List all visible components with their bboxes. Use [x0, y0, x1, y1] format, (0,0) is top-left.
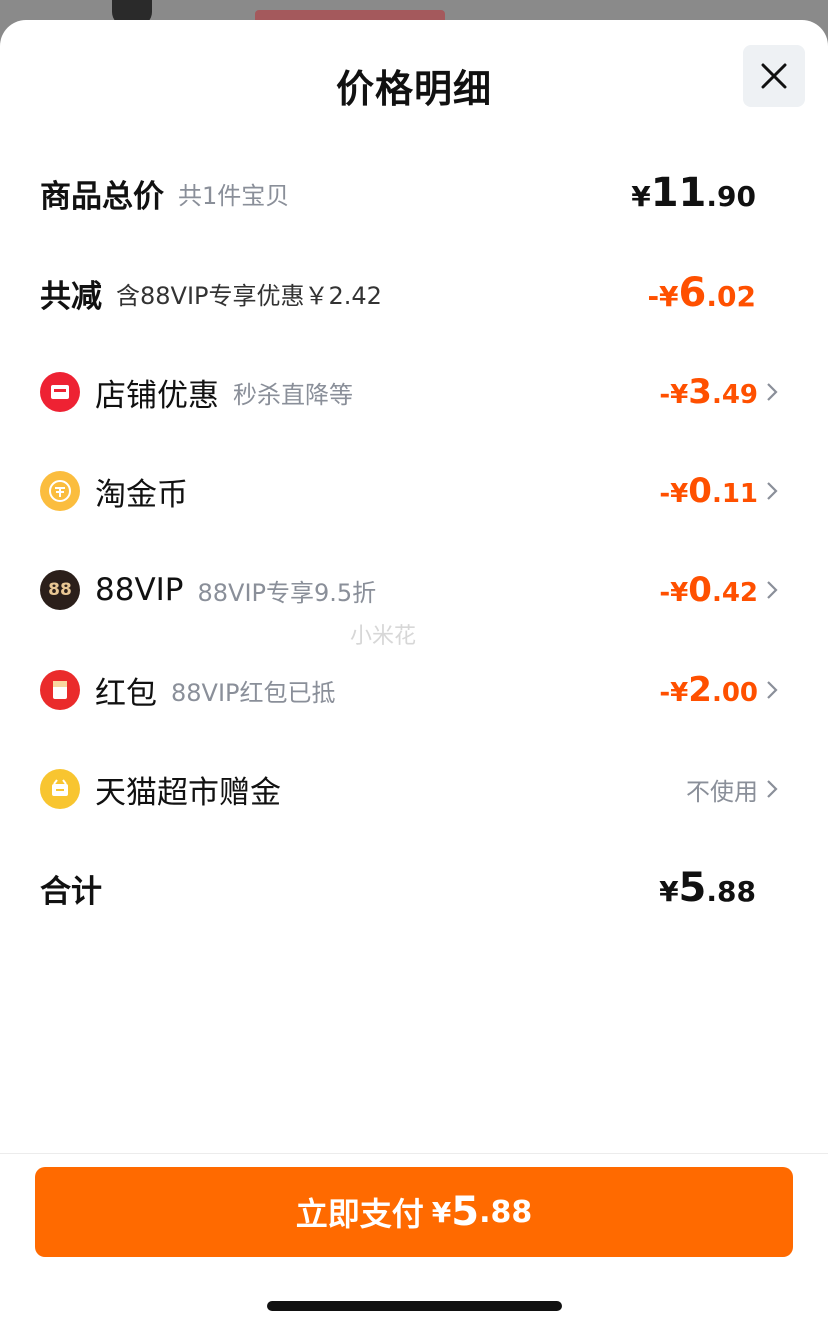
vip-discount-amount: -¥ 0.42	[659, 570, 758, 610]
row-label: 天猫超市赠金	[95, 774, 281, 811]
chevron-right-icon	[766, 578, 780, 602]
row-88vip[interactable]: 88 88VIP 88VIP专享9.5折 -¥ 0.42	[0, 560, 828, 620]
row-label: 红包	[95, 675, 157, 712]
row-sublabel: 含88VIP专享优惠￥2.42	[116, 281, 382, 310]
row-shop-discount[interactable]: 店铺优惠 秒杀直降等 -¥ 3.49	[0, 362, 828, 422]
pay-button-currency: ¥	[431, 1195, 452, 1229]
close-button[interactable]	[743, 45, 805, 107]
row-label: 88VIP	[95, 572, 184, 608]
row-item-total: 商品总价 共1件宝贝 ¥11.90	[0, 163, 828, 223]
row-sublabel: 共1件宝贝	[178, 181, 290, 210]
pay-button-amount-int: 5	[451, 1189, 480, 1235]
sheet-title: 价格明细	[335, 67, 492, 111]
grand-total-amount: ¥5.88	[659, 865, 756, 911]
close-icon	[761, 63, 787, 89]
red-packet-amount: -¥ 2.00	[659, 670, 758, 710]
red-packet-icon	[40, 670, 80, 710]
row-label: 共减	[40, 278, 102, 315]
row-sublabel: 秒杀直降等	[233, 380, 353, 409]
price-detail-sheet: 价格明细 商品总价 共1件宝贝 ¥11.90 共减 含88VIP专享优惠￥2.4…	[0, 20, 828, 1329]
chevron-right-icon	[766, 678, 780, 702]
chevron-right-icon	[766, 380, 780, 404]
row-label: 淘金币	[95, 476, 188, 513]
watermark: 小米花	[350, 624, 417, 649]
chevron-right-icon	[766, 479, 780, 503]
row-sublabel: 88VIP红包已抵	[171, 678, 336, 707]
row-taojinbi[interactable]: 淘金币 -¥ 0.11	[0, 461, 828, 521]
row-label: 商品总价	[40, 178, 164, 215]
pay-button-amount-dec: .88	[479, 1194, 533, 1230]
home-indicator	[267, 1301, 562, 1311]
pay-button-label: 立即支付	[295, 1195, 424, 1233]
row-label: 合计	[40, 873, 102, 910]
shop-icon	[40, 372, 80, 412]
item-total-amount: ¥11.90	[631, 170, 756, 216]
coin-icon	[40, 471, 80, 511]
row-label: 店铺优惠	[95, 377, 219, 414]
row-red-packet[interactable]: 红包 88VIP红包已抵 -¥ 2.00	[0, 660, 828, 720]
row-sublabel: 88VIP专享9.5折	[197, 578, 377, 607]
pay-now-button[interactable]: 立即支付 ¥ 5 .88	[35, 1167, 793, 1257]
gift-icon	[40, 769, 80, 809]
taojinbi-amount: -¥ 0.11	[659, 471, 758, 511]
footer-divider	[0, 1153, 828, 1154]
row-grand-total: 合计 ¥5.88	[0, 858, 828, 918]
total-discount-amount: -¥ 6.02	[647, 270, 756, 316]
chevron-right-icon	[766, 777, 780, 801]
shop-discount-amount: -¥ 3.49	[659, 372, 758, 412]
row-total-discount: 共减 含88VIP专享优惠￥2.42 -¥ 6.02	[0, 263, 828, 323]
status-text: 不使用	[686, 777, 758, 806]
vip-icon: 88	[40, 570, 80, 610]
row-tmall-supermarket-credit[interactable]: 天猫超市赠金 不使用	[0, 759, 828, 819]
